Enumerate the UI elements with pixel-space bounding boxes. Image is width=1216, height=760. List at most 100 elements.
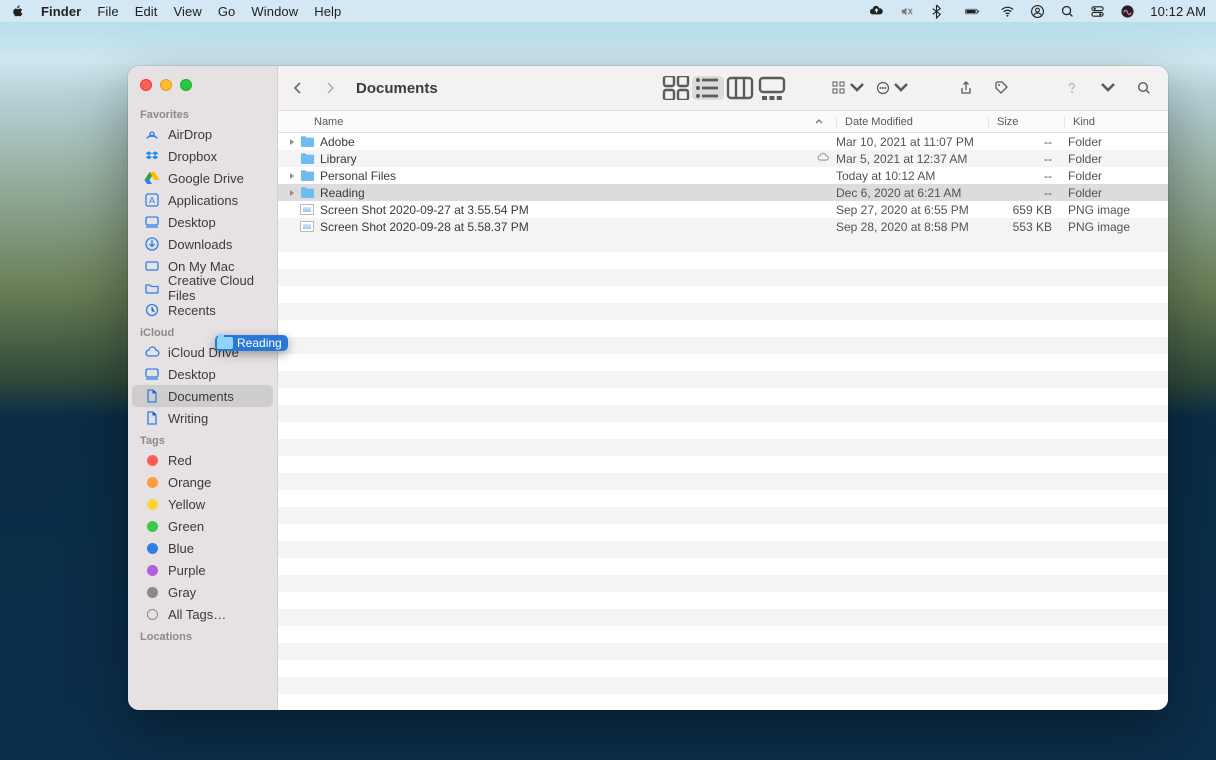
view-mode-segment: [660, 76, 788, 100]
sidebar-item-writing[interactable]: Writing: [132, 407, 273, 429]
folder-icon: [298, 135, 316, 148]
cloud-upload-icon[interactable]: [869, 4, 884, 19]
sidebar-item-google-drive[interactable]: Google Drive: [132, 167, 273, 189]
file-row-screen-shot-2020-09-27-at-3-55-54-pm[interactable]: Screen Shot 2020-09-27 at 3.55.54 PM Sep…: [278, 201, 1168, 218]
blank-row: [278, 371, 1168, 388]
sidebar-item-label: Writing: [168, 411, 208, 426]
view-gallery-button[interactable]: [756, 76, 788, 100]
sidebar-item-desktop[interactable]: Desktop: [132, 211, 273, 233]
sidebar-item-label: Google Drive: [168, 171, 244, 186]
sidebar-item-downloads[interactable]: Downloads: [132, 233, 273, 255]
file-row-personal-files[interactable]: Personal Files Today at 10:12 AM -- Fold…: [278, 167, 1168, 184]
file-row-library[interactable]: Library Mar 5, 2021 at 12:37 AM -- Folde…: [278, 150, 1168, 167]
file-row-reading[interactable]: Reading Dec 6, 2020 at 6:21 AM -- Folder: [278, 184, 1168, 201]
toolbar-overflow-button[interactable]: [1094, 76, 1122, 100]
cloud-icon: [144, 344, 160, 360]
disclosure-triangle-icon[interactable]: [286, 138, 298, 146]
file-date: Sep 28, 2020 at 8:58 PM: [836, 220, 988, 234]
action-menu-button[interactable]: [874, 76, 910, 100]
blank-row: [278, 524, 1168, 541]
column-header-kind[interactable]: Kind: [1064, 116, 1168, 128]
file-list[interactable]: Adobe Mar 10, 2021 at 11:07 PM -- Folder…: [278, 133, 1168, 710]
view-columns-button[interactable]: [724, 76, 756, 100]
search-button[interactable]: [1130, 76, 1158, 100]
view-icons-button[interactable]: [660, 76, 692, 100]
image-thumbnail-icon: [300, 221, 314, 232]
file-kind: Folder: [1064, 152, 1168, 166]
file-name: Library: [316, 152, 816, 166]
sidebar-tag-orange[interactable]: Orange: [132, 471, 273, 493]
file-size: --: [988, 152, 1064, 166]
sidebar-tag-purple[interactable]: Purple: [132, 559, 273, 581]
disclosure-triangle-icon[interactable]: [286, 172, 298, 180]
gdrive-icon: [144, 170, 160, 186]
menu-view[interactable]: View: [174, 4, 202, 19]
sidebar-tag-blue[interactable]: Blue: [132, 537, 273, 559]
menubar-app-name[interactable]: Finder: [41, 4, 81, 19]
tags-button[interactable]: [988, 76, 1016, 100]
folder-icon: [144, 280, 160, 296]
group-by-button[interactable]: [830, 76, 866, 100]
sidebar-tag-gray[interactable]: Gray: [132, 581, 273, 603]
window-zoom-button[interactable]: [180, 79, 192, 91]
finder-toolbar: Documents: [278, 66, 1168, 111]
tag-dot-icon: [144, 452, 160, 468]
window-close-button[interactable]: [140, 79, 152, 91]
file-size: 553 KB: [988, 220, 1064, 234]
control-center-icon[interactable]: [1090, 4, 1105, 19]
sidebar-item-all-tags[interactable]: All Tags…: [132, 603, 273, 625]
column-header-date[interactable]: Date Modified: [836, 116, 988, 128]
user-icon[interactable]: [1030, 4, 1045, 19]
sidebar-item-dropbox[interactable]: Dropbox: [132, 145, 273, 167]
sidebar-tag-yellow[interactable]: Yellow: [132, 493, 273, 515]
sidebar-item-label: Gray: [168, 585, 196, 600]
disclosure-triangle-icon[interactable]: [286, 189, 298, 197]
blank-row: [278, 507, 1168, 524]
menubar-clock[interactable]: 10:12 AM: [1150, 4, 1206, 19]
blank-row: [278, 473, 1168, 490]
menu-window[interactable]: Window: [251, 4, 298, 19]
sidebar-item-airdrop[interactable]: AirDrop: [132, 123, 273, 145]
menu-file[interactable]: File: [97, 4, 118, 19]
bluetooth-icon[interactable]: [929, 4, 944, 19]
sidebar-item-label: Documents: [168, 389, 234, 404]
menu-go[interactable]: Go: [218, 4, 236, 19]
spotlight-icon[interactable]: [1060, 4, 1075, 19]
sidebar-item-label: AirDrop: [168, 127, 212, 142]
volume-muted-icon[interactable]: [899, 4, 914, 19]
sidebar-item-applications[interactable]: Applications: [132, 189, 273, 211]
column-header-size[interactable]: Size: [988, 116, 1064, 128]
file-row-adobe[interactable]: Adobe Mar 10, 2021 at 11:07 PM -- Folder: [278, 133, 1168, 150]
help-button[interactable]: [1058, 76, 1086, 100]
finder-sidebar: Favorites AirDrop Dropbox Google Drive A…: [128, 66, 278, 710]
tag-dot-icon: [144, 518, 160, 534]
menu-help[interactable]: Help: [314, 4, 341, 19]
sidebar-tag-red[interactable]: Red: [132, 449, 273, 471]
blank-row: [278, 439, 1168, 456]
blank-row: [278, 490, 1168, 507]
menu-edit[interactable]: Edit: [135, 4, 158, 19]
nav-forward-button[interactable]: [318, 76, 342, 100]
sidebar-header-tags: Tags: [128, 429, 277, 449]
sidebar-item-desktop[interactable]: Desktop: [132, 363, 273, 385]
blank-row: [278, 643, 1168, 660]
wifi-icon[interactable]: [1000, 4, 1015, 19]
sidebar-item-documents[interactable]: Documents: [132, 385, 273, 407]
sidebar-item-creative-cloud-files[interactable]: Creative Cloud Files: [132, 277, 273, 299]
menubar: Finder File Edit View Go Window Help 10:…: [0, 0, 1216, 22]
column-header-name[interactable]: Name: [314, 116, 836, 128]
battery-icon[interactable]: [959, 4, 985, 19]
view-list-button[interactable]: [692, 76, 724, 100]
share-button[interactable]: [952, 76, 980, 100]
tag-dot-icon: [144, 562, 160, 578]
window-minimize-button[interactable]: [160, 79, 172, 91]
apple-menu-icon[interactable]: [10, 4, 25, 19]
blank-row: [278, 235, 1168, 252]
nav-back-button[interactable]: [286, 76, 310, 100]
drag-preview-label: Reading: [237, 336, 282, 350]
siri-icon[interactable]: [1120, 4, 1135, 19]
sidebar-tag-green[interactable]: Green: [132, 515, 273, 537]
tag-dot-icon: [144, 474, 160, 490]
file-row-screen-shot-2020-09-28-at-5-58-37-pm[interactable]: Screen Shot 2020-09-28 at 5.58.37 PM Sep…: [278, 218, 1168, 235]
file-size: --: [988, 186, 1064, 200]
